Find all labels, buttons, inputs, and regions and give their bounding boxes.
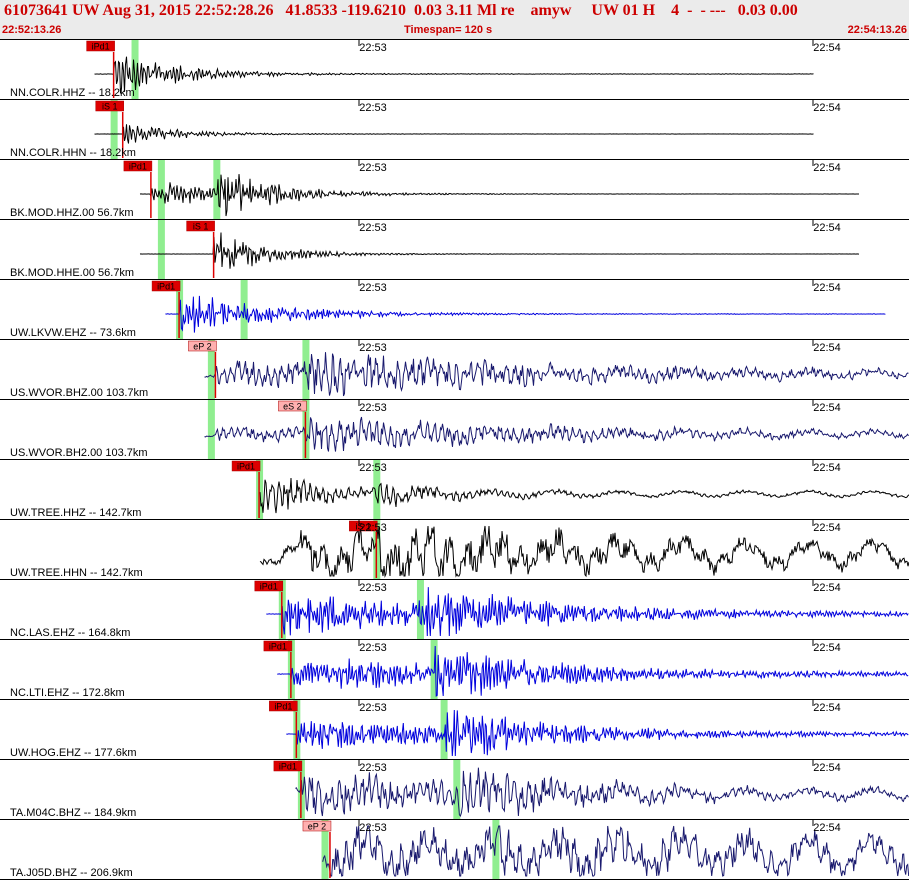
time-tick-label: 22:53 xyxy=(359,522,387,534)
time-tick-label: 22:54 xyxy=(813,102,841,114)
trace-row[interactable]: eP 2 22:53 22:54 US.WVOR.BHZ.00 103.7km xyxy=(0,340,909,400)
station-label: NC.LTI.EHZ -- 172.8km xyxy=(10,687,125,699)
seismogram-panel[interactable]: iPd1 22:53 22:54 NN.COLR.HHZ -- 18.2km iS 1 2… xyxy=(0,40,909,880)
time-tick-label: 22:54 xyxy=(813,222,841,234)
time-tick-label: 22:54 xyxy=(813,462,841,474)
station-label: UW.LKVW.EHZ -- 73.6km xyxy=(10,327,136,339)
time-tick-label: 22:53 xyxy=(359,762,387,774)
station-label: US.WVOR.BHZ.00 103.7km xyxy=(10,387,148,399)
station-label: US.WVOR.BH2.00 103.7km xyxy=(10,447,148,459)
pick-window xyxy=(207,400,215,459)
trace-row[interactable]: iPd1 22:53 22:54 TA.M04C.BHZ -- 184.9km xyxy=(0,760,909,820)
pick-label: eP 2 xyxy=(308,822,326,832)
trace-row[interactable]: iPd1 22:53 22:54 UW.LKVW.EHZ -- 73.6km xyxy=(0,280,909,340)
time-tick-label: 22:54 xyxy=(813,522,841,534)
window-start-time: 22:52:13.26 xyxy=(2,24,62,36)
trace-row[interactable]: eP 2 22:53 22:54 TA.J05D.BHZ -- 206.9km xyxy=(0,820,909,880)
trace-row[interactable]: iPd1 22:53 22:54 UW.TREE.HHZ -- 142.7km xyxy=(0,460,909,520)
time-tick-label: 22:54 xyxy=(813,642,841,654)
trace-row[interactable]: iPd1 22:53 22:54 UW.HOG.EHZ -- 177.6km xyxy=(0,700,909,760)
station-label: BK.MOD.HHZ.00 56.7km xyxy=(10,207,133,219)
waveform xyxy=(259,525,909,578)
time-tick-label: 22:54 xyxy=(813,582,841,594)
trace-row[interactable]: iPd1 22:53 22:54 NN.COLR.HHZ -- 18.2km xyxy=(0,40,909,100)
station-label: UW.TREE.HHN -- 142.7km xyxy=(10,567,143,579)
trace-row[interactable]: iS 1 22:53 22:54 NN.COLR.HHN -- 18.2km xyxy=(0,100,909,160)
time-tick-label: 22:54 xyxy=(813,762,841,774)
station-label: UW.HOG.EHZ -- 177.6km xyxy=(10,747,137,759)
pick-label: iPd1 xyxy=(274,702,292,712)
trace-row[interactable]: eS 2 22:53 22:54 US.WVOR.BH2.00 103.7km xyxy=(0,400,909,460)
trace-row[interactable]: iS 1 22:53 22:54 BK.MOD.HHE.00 56.7km xyxy=(0,220,909,280)
event-header: 61073641 UW Aug 31, 2015 22:52:28.26 41.… xyxy=(0,0,909,40)
station-label: BK.MOD.HHE.00 56.7km xyxy=(10,267,134,279)
station-label: UW.TREE.HHZ -- 142.7km xyxy=(10,507,141,519)
waveform xyxy=(94,56,814,94)
waveform xyxy=(286,709,909,757)
trace-row[interactable]: iS 122:53 22:54UW.TREE.HHN -- 142.7km xyxy=(0,520,909,580)
time-tick-label: 22:53 xyxy=(359,822,387,834)
station-label: TA.M04C.BHZ -- 184.9km xyxy=(10,807,136,819)
time-tick-label: 22:54 xyxy=(813,342,841,354)
time-tick-label: 22:54 xyxy=(813,822,841,834)
pick-label: iPd1 xyxy=(237,462,255,472)
time-tick-label: 22:54 xyxy=(813,42,841,54)
pick-label: iPd1 xyxy=(92,42,110,52)
event-summary: 61073641 UW Aug 31, 2015 22:52:28.26 41.… xyxy=(4,2,798,19)
time-tick-label: 22:53 xyxy=(359,282,387,294)
station-label: TA.J05D.BHZ -- 206.9km xyxy=(10,867,133,879)
trace-row[interactable]: iPd1 22:53 22:54 NC.LTI.EHZ -- 172.8km xyxy=(0,640,909,700)
time-tick-label: 22:53 xyxy=(359,42,387,54)
station-label: NC.LAS.EHZ -- 164.8km xyxy=(10,627,130,639)
time-tick-label: 22:54 xyxy=(813,282,841,294)
time-tick-label: 22:53 xyxy=(359,402,387,414)
waveform xyxy=(266,587,909,637)
time-tick-label: 22:53 xyxy=(359,702,387,714)
pick-label: iS 1 xyxy=(193,222,209,232)
time-tick-label: 22:53 xyxy=(359,222,387,234)
waveform xyxy=(204,352,909,397)
pick-label: iPd1 xyxy=(129,162,147,172)
station-label: NN.COLR.HHN -- 18.2km xyxy=(10,147,136,159)
trace-row[interactable]: iPd1 22:53 22:54 NC.LAS.EHZ -- 164.8km xyxy=(0,580,909,640)
pick-window xyxy=(157,220,165,279)
time-tick-label: 22:54 xyxy=(813,702,841,714)
waveform xyxy=(139,232,860,269)
station-label: NN.COLR.HHZ -- 18.2km xyxy=(10,87,135,99)
window-end-time: 22:54:13.26 xyxy=(847,24,907,36)
pick-label: eP 2 xyxy=(193,342,211,352)
waveform xyxy=(139,174,859,217)
pick-label: iS 1 xyxy=(102,102,118,112)
waveform xyxy=(295,767,909,818)
time-tick-label: 22:53 xyxy=(359,582,387,594)
time-tick-label: 22:54 xyxy=(813,162,841,174)
pick-label: iPd1 xyxy=(269,642,287,652)
time-tick-label: 22:53 xyxy=(359,102,387,114)
time-tick-label: 22:53 xyxy=(359,342,387,354)
pick-label: iPd1 xyxy=(279,762,297,772)
pick-label: iPd1 xyxy=(157,282,175,292)
waveform xyxy=(94,124,814,144)
time-tick-label: 22:53 xyxy=(359,162,387,174)
time-tick-label: 22:53 xyxy=(359,642,387,654)
waveform xyxy=(259,477,909,514)
pick-window xyxy=(157,160,165,219)
waveform xyxy=(165,295,886,333)
pick-label: iPd1 xyxy=(260,582,278,592)
trace-row[interactable]: iPd1 22:53 22:54 BK.MOD.HHZ.00 56.7km xyxy=(0,160,909,220)
pick-label: eS 2 xyxy=(283,402,302,412)
time-tick-label: 22:53 xyxy=(359,462,387,474)
time-tick-label: 22:54 xyxy=(813,402,841,414)
timespan-label: Timespan= 120 s xyxy=(404,24,493,36)
waveform xyxy=(204,416,909,452)
